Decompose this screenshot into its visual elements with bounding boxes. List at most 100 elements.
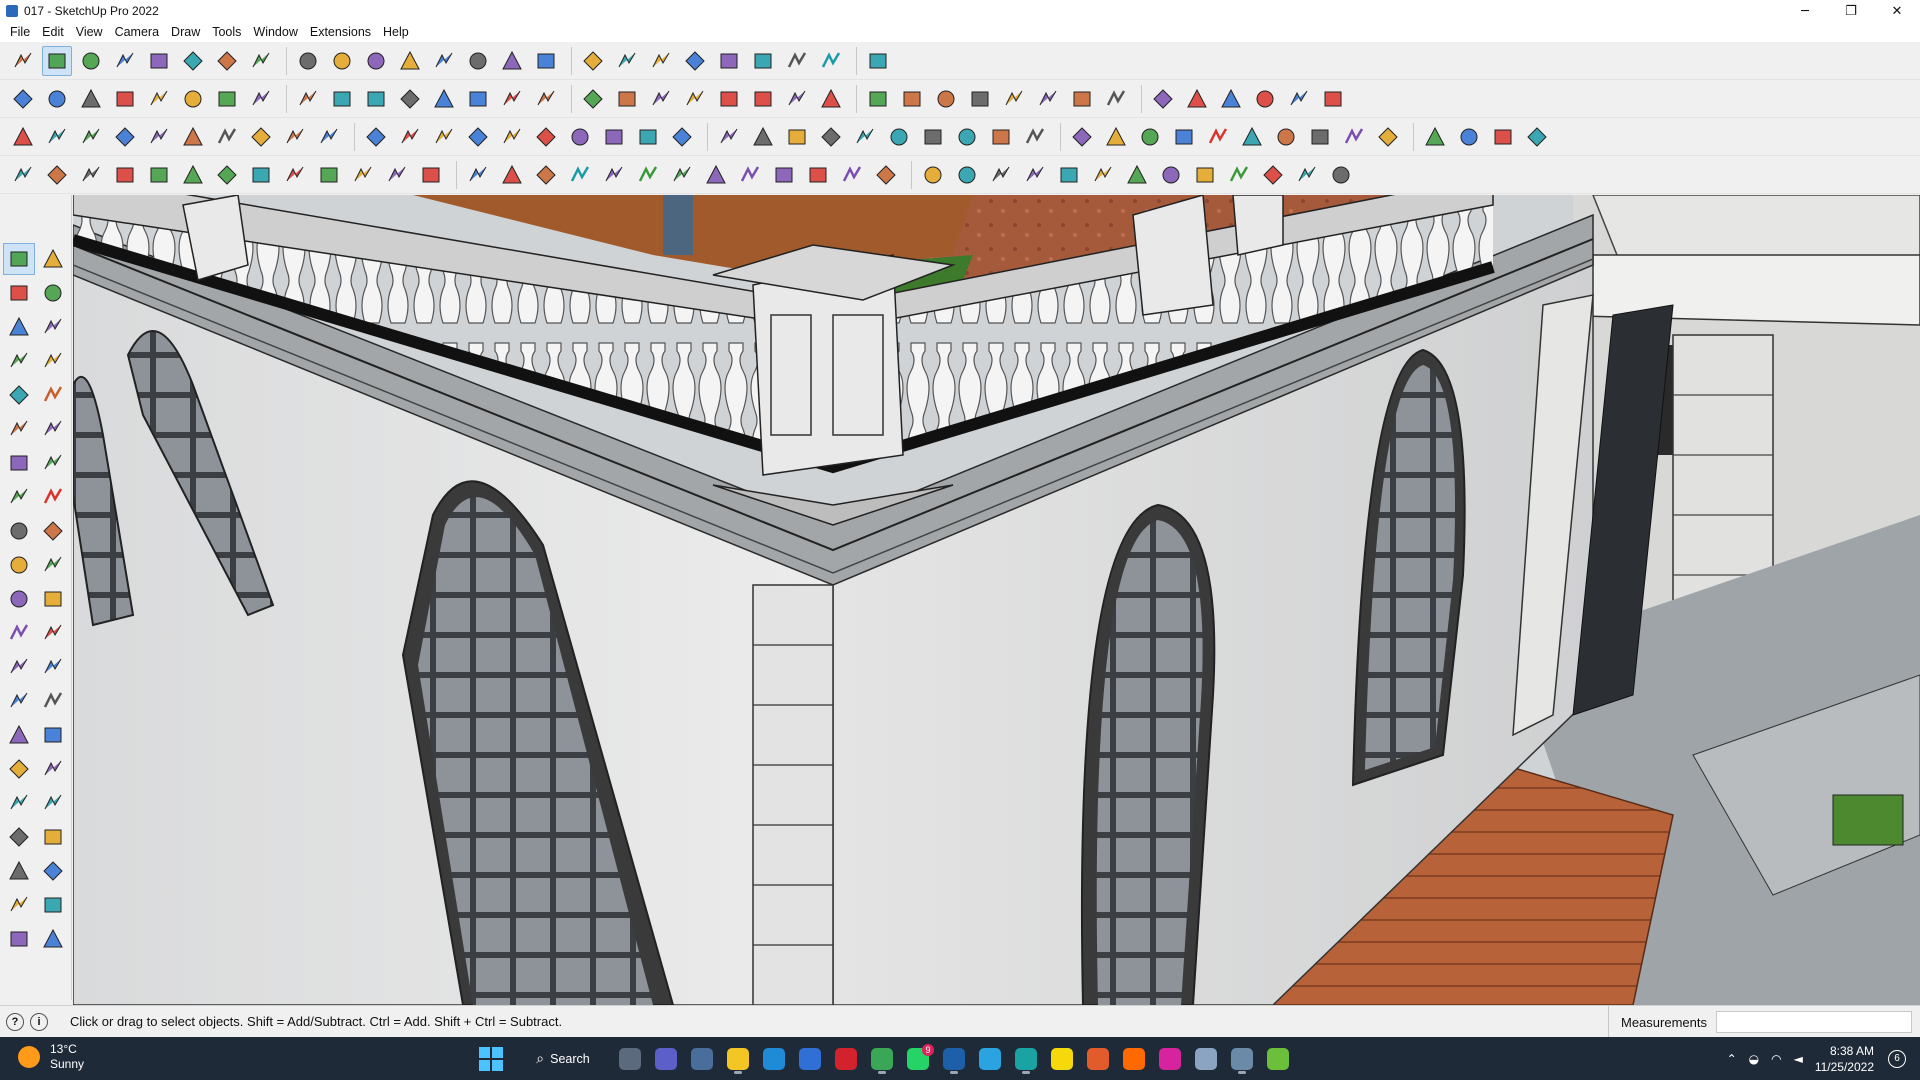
cross-blue-icon[interactable] [565,160,595,190]
undo-red-icon[interactable] [871,160,901,190]
fog-icon[interactable] [531,122,561,152]
measurements-input[interactable] [1716,1011,1912,1033]
top-view-icon[interactable] [42,84,72,114]
tools-i-icon[interactable] [1237,122,1267,152]
bezier-icon[interactable] [884,122,914,152]
shape-eraser-icon[interactable] [931,84,961,114]
follow-me-icon[interactable] [246,46,276,76]
right-view-icon[interactable] [110,84,140,114]
select-icon[interactable] [42,45,72,76]
circle-icon[interactable] [3,413,35,445]
text-icon[interactable] [37,651,69,683]
axes-red-icon[interactable] [965,84,995,114]
stack-cyan-icon[interactable] [42,160,72,190]
tools-l-icon[interactable] [1339,122,1369,152]
maximize-button[interactable]: ❐ [1828,0,1874,22]
offset-icon[interactable] [37,583,69,615]
tools-b-icon[interactable] [986,122,1016,152]
qr-icon[interactable] [1326,160,1356,190]
wifi-icon[interactable]: ◠ [1771,1052,1781,1066]
textured-icon[interactable] [395,84,425,114]
sandbox-icon[interactable] [816,46,846,76]
axes-f-icon[interactable] [1250,84,1280,114]
scale-icon[interactable] [3,583,35,615]
shape-leaf-icon[interactable] [782,84,812,114]
sketchup-layout-icon[interactable] [1224,1042,1260,1075]
close-button[interactable]: ✕ [1874,0,1920,22]
whatsapp-icon[interactable]: 9 [900,1042,936,1075]
chrome-icon[interactable] [864,1042,900,1075]
cone-icon[interactable] [429,122,459,152]
grid-a-icon[interactable] [1156,160,1186,190]
stack-blue-icon[interactable] [8,160,38,190]
edge-icon[interactable] [756,1042,792,1075]
stack-yellow-icon[interactable] [76,160,106,190]
scale-icon[interactable] [361,46,391,76]
tools-a-icon[interactable] [952,122,982,152]
tools-g-icon[interactable] [1169,122,1199,152]
line-icon[interactable] [3,345,35,377]
text-icon[interactable] [429,46,459,76]
axes-icon[interactable] [3,685,35,717]
axes-z-icon[interactable] [1148,84,1178,114]
move-icon[interactable] [3,515,35,547]
section-plane-icon[interactable] [212,84,242,114]
follow-me-icon[interactable] [37,549,69,581]
torus-icon[interactable] [463,122,493,152]
look-around-icon[interactable] [782,122,812,152]
spin-icon[interactable] [735,160,765,190]
rotate-icon[interactable] [327,46,357,76]
menu-help[interactable]: Help [377,25,415,39]
search-icon[interactable] [8,46,38,76]
left-view-icon[interactable] [178,84,208,114]
axes-x-icon[interactable] [1067,84,1097,114]
pie-icon[interactable] [37,447,69,479]
orbit-tool-icon[interactable] [37,243,69,275]
network-icon[interactable]: ◒ [1749,1052,1759,1066]
eraser-icon[interactable] [37,277,69,309]
solid-union-icon[interactable] [463,84,493,114]
opera-icon[interactable] [828,1042,864,1075]
layout-icon[interactable] [3,923,35,955]
tree-icon[interactable] [1318,84,1348,114]
dimensions-icon[interactable] [110,122,140,152]
info-icon[interactable]: i [30,1012,48,1031]
freehand-icon[interactable] [37,345,69,377]
axes-tool-icon[interactable] [178,122,208,152]
extension-manager-icon[interactable] [748,46,778,76]
axes-n-icon[interactable] [1182,84,1212,114]
hidden-line-icon[interactable] [327,84,357,114]
fountain-icon[interactable] [633,160,663,190]
soundcloud-icon[interactable] [1116,1042,1152,1075]
iso-view-icon[interactable] [8,84,38,114]
select-icon[interactable] [3,243,35,275]
walk-icon[interactable] [748,122,778,152]
bucket-icon[interactable] [837,160,867,190]
orbit-icon[interactable] [3,719,35,751]
flag-icon[interactable] [314,160,344,190]
zoom-extents-icon[interactable] [612,46,642,76]
stack-white-icon[interactable] [178,160,208,190]
look-around-icon[interactable] [37,821,69,853]
tools-o-icon[interactable] [1454,122,1484,152]
tools-k-icon[interactable] [1305,122,1335,152]
grid-c-icon[interactable] [1224,160,1254,190]
circle-dots-icon[interactable] [1292,160,1322,190]
stack-green-icon[interactable] [110,160,140,190]
spline-icon[interactable] [918,122,948,152]
wireframe-icon[interactable] [293,84,323,114]
menu-window[interactable]: Window [247,25,303,39]
sketchup-icon[interactable] [936,1042,972,1075]
lasso-icon[interactable] [701,160,731,190]
shape-ring-icon[interactable] [863,84,893,114]
pan-icon[interactable] [37,719,69,751]
pencil-icon[interactable] [110,46,140,76]
shape-rect-icon[interactable] [531,84,561,114]
panel-icon[interactable] [1122,160,1152,190]
group-icon[interactable] [952,160,982,190]
sticky-notes-icon[interactable] [1044,1042,1080,1075]
terrain-icon[interactable] [1284,84,1314,114]
axes-green-icon[interactable] [999,84,1029,114]
tools-m-icon[interactable] [1373,122,1403,152]
cluster-icon[interactable] [1020,160,1050,190]
